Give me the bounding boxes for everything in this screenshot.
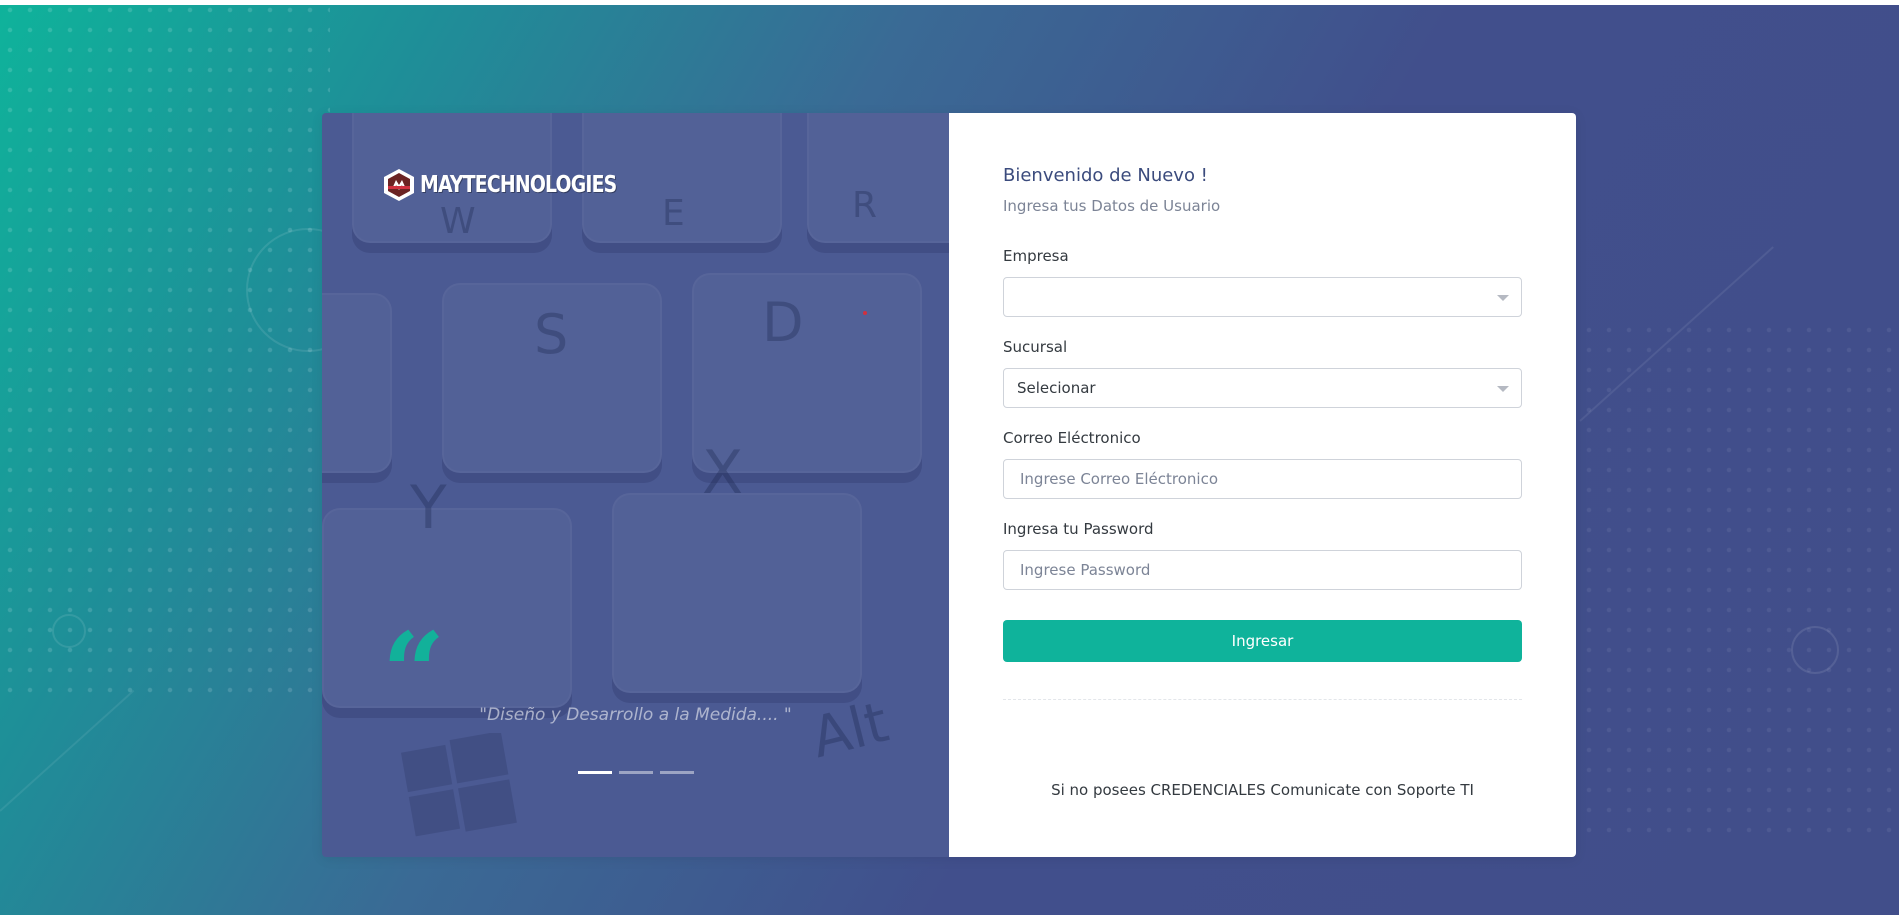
sucursal-select-value: Selecionar [1017,379,1096,397]
background-circle [52,614,86,648]
login-form-panel: Bienvenido de Nuevo ! Ingresa tus Datos … [949,113,1576,857]
password-field[interactable] [1003,550,1522,590]
email-field[interactable] [1003,459,1522,499]
support-note: Si no posees CREDENCIALES Comunicate con… [1051,781,1474,799]
empresa-label: Empresa [1003,247,1069,265]
carousel-quote: "Diseño y Desarrollo a la Medida.... " [479,705,792,725]
indicator-dot [863,311,867,315]
carousel-indicator[interactable] [660,771,694,774]
key-letter: S [534,303,569,366]
divider [1003,699,1522,700]
login-card: W E R S D Y X Alt MAYTECHNOLOGIES “ "Dis… [322,113,1576,857]
background-circle [1791,626,1839,674]
page-title: Bienvenido de Nuevo ! [1003,165,1208,186]
carousel-indicators [578,771,694,774]
keyboard-key [612,493,862,693]
key-letter: R [852,185,878,226]
carousel-indicator[interactable] [619,771,653,774]
key-letter: X [702,438,744,508]
page-subtitle: Ingresa tus Datos de Usuario [1003,197,1221,215]
carousel-panel: W E R S D Y X Alt MAYTECHNOLOGIES “ "Dis… [322,113,949,857]
email-label: Correo Eléctronico [1003,429,1141,447]
carousel-indicator[interactable] [578,771,612,774]
sucursal-select[interactable]: Selecionar [1003,368,1522,408]
submit-button[interactable]: Ingresar [1003,620,1522,662]
key-letter: D [762,291,804,354]
keyboard-key [322,293,392,473]
key-letter: W [440,201,476,242]
brand-logo: MAYTECHNOLOGIES [382,168,660,202]
windows-icon [400,733,517,837]
keyboard-key [807,113,949,243]
shield-logo-icon [384,169,414,201]
chevron-down-icon [1497,386,1509,392]
key-letter: Y [410,473,447,543]
empresa-select[interactable] [1003,277,1522,317]
key-letter: Alt [805,689,895,772]
key-letter: E [662,193,685,234]
logo-text: MAYTECHNOLOGIES [420,172,617,198]
chevron-down-icon [1497,295,1509,301]
keyboard-key [322,508,572,708]
password-label: Ingresa tu Password [1003,520,1154,538]
background-dot-pattern [0,0,330,700]
background-dot-pattern [1579,320,1899,840]
background-line [0,689,135,812]
sucursal-label: Sucursal [1003,338,1068,356]
